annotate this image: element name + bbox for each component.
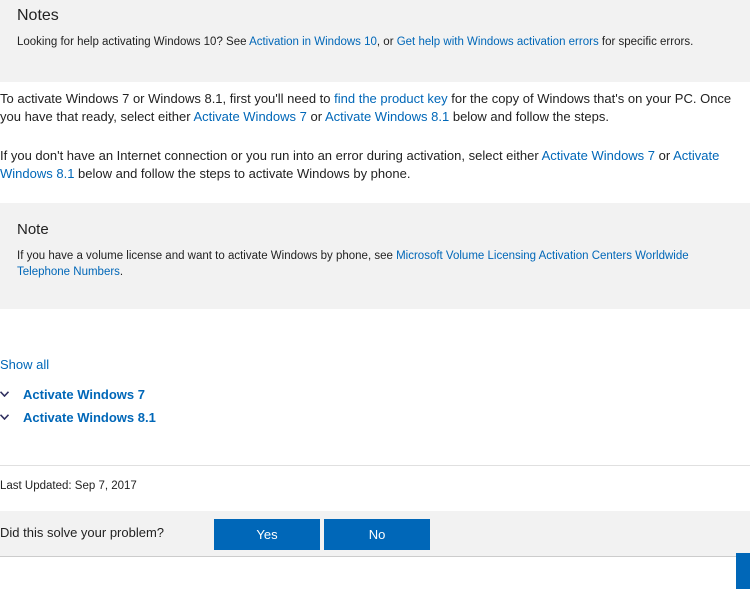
para2-text-2: or — [655, 148, 674, 163]
accordion-activate-win7[interactable]: Activate Windows 7 — [0, 384, 145, 404]
activate-win81-link[interactable]: Activate Windows 8.1 — [325, 109, 449, 124]
accordion-label: Activate Windows 7 — [23, 386, 145, 402]
feedback-question: Did this solve your problem? — [0, 525, 165, 540]
note-text-after: . — [119, 266, 124, 278]
divider — [0, 465, 750, 466]
note-title: Note — [17, 221, 49, 238]
note-text-before: If you have a volume license and want to… — [17, 250, 397, 262]
notes-text-before: Looking for help activating Windows 10? … — [17, 36, 250, 48]
find-product-key-link[interactable]: find the product key — [334, 91, 447, 106]
para2-text-1: If you don't have an Internet connection… — [0, 148, 542, 163]
activate-win7-link-2[interactable]: Activate Windows 7 — [542, 148, 655, 163]
note-text: If you have a volume license and want to… — [17, 248, 717, 280]
activation-windows10-link[interactable]: Activation in Windows 10 — [249, 36, 377, 48]
note-panel: Note If you have a volume license and wa… — [0, 203, 750, 309]
last-updated: Last Updated: Sep 7, 2017 — [0, 480, 137, 492]
no-button[interactable]: No — [324, 519, 430, 550]
notes-text: Looking for help activating Windows 10? … — [17, 36, 693, 48]
chevron-down-icon — [0, 407, 12, 427]
divider — [0, 556, 750, 557]
feedback-bar: Did this solve your problem? Yes No — [0, 511, 750, 556]
accordion-label: Activate Windows 8.1 — [23, 409, 156, 425]
activation-errors-link[interactable]: Get help with Windows activation errors — [397, 36, 599, 48]
para2-text-3: below and follow the steps to activate W… — [74, 166, 411, 181]
activate-win7-link[interactable]: Activate Windows 7 — [193, 109, 306, 124]
notes-text-after: for specific errors. — [598, 36, 694, 48]
yes-button[interactable]: Yes — [214, 519, 320, 550]
show-all-link[interactable]: Show all — [0, 357, 49, 372]
para1-text-1: To activate Windows 7 or Windows 8.1, fi… — [0, 91, 335, 106]
accordion-activate-win81[interactable]: Activate Windows 8.1 — [0, 407, 156, 427]
notes-text-mid: , or — [376, 36, 397, 48]
para1-text-3: or — [306, 109, 325, 124]
intro-paragraph: To activate Windows 7 or Windows 8.1, fi… — [0, 90, 748, 126]
notes-title: Notes — [17, 7, 59, 24]
phone-paragraph: If you don't have an Internet connection… — [0, 147, 748, 183]
para1-text-4: below and follow the steps. — [449, 109, 609, 124]
scroll-tab[interactable] — [736, 553, 750, 589]
chevron-down-icon — [0, 384, 12, 404]
notes-panel: Notes Looking for help activating Window… — [0, 0, 750, 82]
